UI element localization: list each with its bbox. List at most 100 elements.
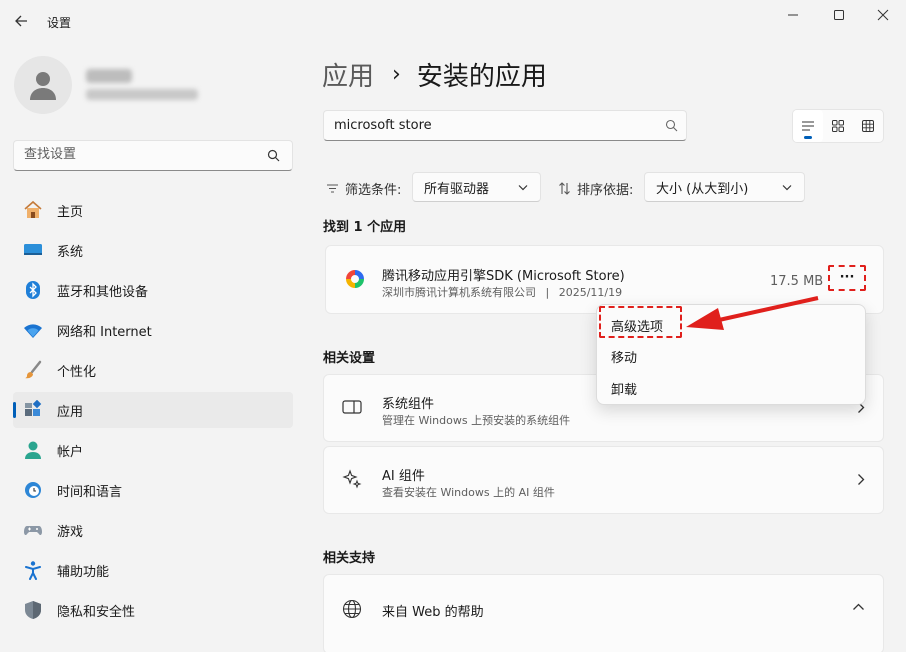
filter-label-text: 筛选条件: (345, 183, 402, 198)
meta-separator: | (545, 286, 550, 299)
app-logo-icon (346, 270, 364, 288)
sidebar-nav: 主页 系统 蓝牙和其他设备 网络和 Internet 个性化 应用 帐户 时间和… (13, 192, 293, 632)
gamepad-icon (23, 520, 43, 540)
brush-icon (23, 360, 43, 380)
more-options-button[interactable]: ··· (828, 265, 866, 291)
related-settings-title: 相关设置 (323, 351, 376, 366)
minimize-icon (788, 14, 798, 16)
sidebar-item-gaming[interactable]: 游戏 (13, 512, 293, 548)
setting-title: 系统组件 (382, 397, 435, 412)
menu-item-move[interactable]: 移动 (611, 347, 637, 366)
setting-subtitle: 管理在 Windows 上预安装的系统组件 (382, 414, 571, 427)
wifi-icon (23, 320, 43, 340)
apps-icon (23, 400, 43, 420)
ai-components-item[interactable]: AI 组件 查看安装在 Windows 上的 AI 组件 (323, 446, 884, 514)
arrow-left-icon (15, 15, 27, 27)
system-component-icon (342, 400, 362, 414)
filter-value: 所有驱动器 (424, 181, 490, 197)
setting-subtitle: 查看安装在 Windows 上的 AI 组件 (382, 486, 555, 499)
chevron-right-icon (858, 474, 865, 485)
close-button[interactable] (860, 0, 906, 30)
sidebar-item-label: 辅助功能 (57, 564, 110, 580)
avatar[interactable] (14, 56, 72, 114)
app-size: 17.5 MB (770, 274, 824, 289)
filter-dropdown[interactable]: 所有驱动器 (412, 172, 541, 202)
account-icon (23, 440, 43, 460)
app-name: 腾讯移动应用引擎SDK (Microsoft Store) (382, 269, 625, 284)
system-icon (23, 240, 43, 260)
filter-row: 筛选条件: 所有驱动器 排序依据: 大小 (从大到小) (326, 172, 886, 202)
sidebar-item-label: 时间和语言 (57, 484, 123, 500)
sort-dropdown[interactable]: 大小 (从大到小) (644, 172, 805, 202)
found-count: 找到 1 个应用 (323, 220, 407, 235)
settings-search-box[interactable] (13, 140, 293, 171)
sidebar-item-accessibility[interactable]: 辅助功能 (13, 552, 293, 588)
user-name-blurred (86, 69, 132, 83)
search-icon[interactable] (267, 149, 280, 162)
chevron-up-icon[interactable] (852, 603, 865, 611)
chevron-down-icon (518, 185, 528, 191)
app-title: 设置 (47, 16, 72, 30)
sidebar-item-label: 系统 (57, 244, 84, 260)
maximize-button[interactable] (816, 0, 862, 30)
user-email-blurred (86, 89, 198, 100)
sidebar-item-privacy[interactable]: 隐私和安全性 (13, 592, 293, 628)
sidebar-item-home[interactable]: 主页 (13, 192, 293, 228)
list-view-button[interactable] (793, 110, 823, 142)
page-title: 安装的应用 (416, 62, 547, 92)
shield-icon (23, 600, 43, 620)
globe-icon (342, 599, 362, 619)
sparkle-icon (342, 469, 362, 489)
sort-icon (559, 182, 570, 195)
sidebar-item-label: 帐户 (57, 444, 84, 460)
app-search-box[interactable] (323, 110, 687, 141)
sidebar: 主页 系统 蓝牙和其他设备 网络和 Internet 个性化 (0, 44, 306, 652)
sidebar-item-label: 主页 (57, 204, 84, 220)
sort-label: 排序依据: (558, 179, 633, 198)
breadcrumb: 应用 › 安装的应用 (322, 56, 547, 93)
annotation-highlight-box (599, 306, 682, 338)
annotation-arrow (686, 296, 819, 330)
chevron-down-icon (782, 185, 792, 191)
related-support-title: 相关支持 (323, 551, 376, 566)
user-icon (30, 72, 56, 100)
app-publisher: 深圳市腾讯计算机系统有限公司 (382, 286, 536, 299)
more-icon: ··· (839, 270, 855, 285)
minimize-button[interactable] (770, 0, 816, 30)
sort-label-text: 排序依据: (577, 183, 634, 198)
sidebar-item-personalization[interactable]: 个性化 (13, 352, 293, 388)
sort-value: 大小 (从大到小) (656, 181, 749, 197)
bluetooth-icon (23, 280, 43, 300)
breadcrumb-root[interactable]: 应用 (322, 56, 374, 93)
sidebar-item-time-language[interactable]: 时间和语言 (13, 472, 293, 508)
app-search-input[interactable] (334, 118, 634, 133)
back-button[interactable] (8, 8, 34, 34)
app-install-date: 2025/11/19 (558, 286, 623, 299)
maximize-icon (834, 10, 844, 20)
sidebar-item-apps[interactable]: 应用 (13, 392, 293, 428)
table-view-button[interactable] (853, 110, 883, 142)
settings-search-input[interactable] (24, 147, 254, 162)
breadcrumb-separator: › (392, 62, 401, 87)
sidebar-item-network[interactable]: 网络和 Internet (13, 312, 293, 348)
grid-view-button[interactable] (823, 110, 853, 142)
filter-label: 筛选条件: (326, 179, 401, 198)
sidebar-item-bluetooth[interactable]: 蓝牙和其他设备 (13, 272, 293, 308)
app-meta: 深圳市腾讯计算机系统有限公司 | 2025/11/19 (382, 284, 622, 300)
close-icon (877, 9, 889, 21)
view-toggle (792, 109, 884, 143)
sidebar-item-accounts[interactable]: 帐户 (13, 432, 293, 468)
web-help-item[interactable]: 来自 Web 的帮助 (323, 574, 884, 652)
menu-item-uninstall[interactable]: 卸载 (611, 379, 637, 398)
search-icon[interactable] (665, 119, 678, 132)
sidebar-item-label: 个性化 (57, 364, 97, 380)
list-icon (802, 121, 814, 131)
table-icon (862, 120, 874, 132)
sidebar-item-label: 隐私和安全性 (57, 604, 136, 620)
filter-icon (327, 184, 338, 193)
title-bar: 设置 (0, 0, 906, 44)
accessibility-icon (23, 560, 43, 580)
sidebar-item-system[interactable]: 系统 (13, 232, 293, 268)
sidebar-item-label: 网络和 Internet (57, 324, 152, 340)
clock-globe-icon (23, 480, 43, 500)
